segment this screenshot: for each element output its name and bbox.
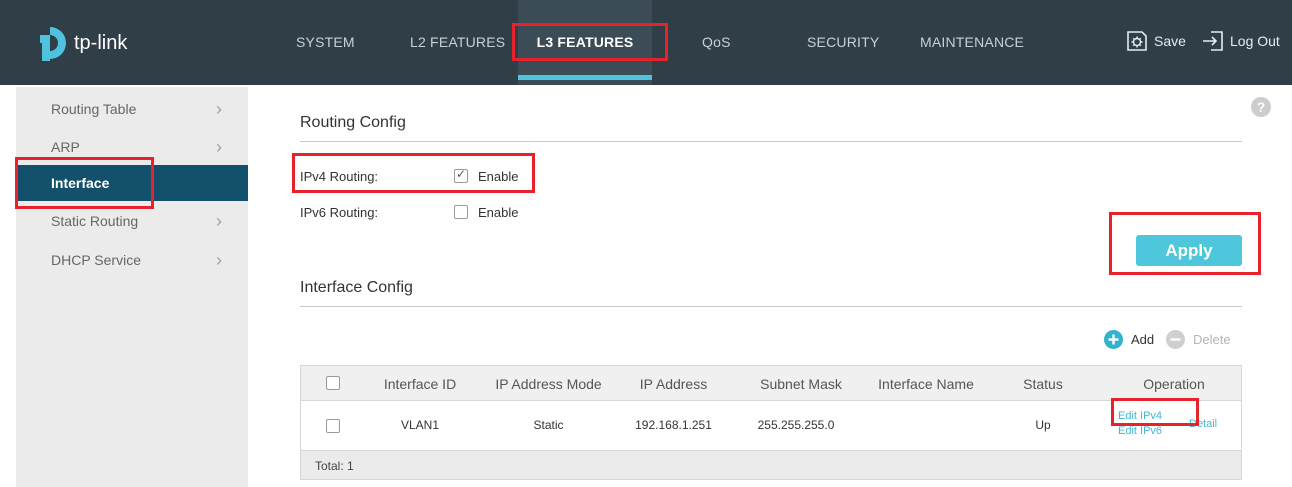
add-label: Add	[1131, 332, 1155, 347]
column-header-subnet-mask[interactable]: Subnet Mask	[746, 366, 856, 402]
page: tp-link SYSTEM L2 FEATURES L3 FEATURES Q…	[0, 0, 1292, 487]
sidebar-item-label: Routing Table	[51, 101, 137, 117]
active-tab-indicator	[518, 75, 652, 80]
logout-button[interactable]: Log Out	[1202, 30, 1280, 52]
nav-l2-features[interactable]: L2 FEATURES	[410, 0, 505, 85]
cell-status: Up	[1035, 418, 1051, 432]
logout-label: Log Out	[1230, 33, 1280, 49]
row-select-checkbox[interactable]	[326, 419, 340, 433]
column-header-interface-id[interactable]: Interface ID	[375, 366, 465, 402]
cell-ip-address: 192.168.1.251	[635, 418, 712, 432]
add-icon	[1104, 330, 1123, 349]
save-button[interactable]: Save	[1126, 30, 1186, 52]
save-icon	[1127, 31, 1147, 51]
nav-qos[interactable]: QoS	[702, 0, 731, 85]
sidebar-item-dhcp-service[interactable]: DHCP Service ›	[16, 242, 248, 278]
sidebar-item-label: ARP	[51, 139, 80, 155]
table-footer: Total: 1	[300, 450, 1242, 480]
nav-maintenance[interactable]: MAINTENANCE	[920, 0, 1024, 85]
edit-ipv6-link[interactable]: Edit IPv6	[1118, 425, 1162, 437]
save-label: Save	[1154, 33, 1186, 49]
delete-button[interactable]: Delete	[1166, 330, 1231, 349]
column-header-status[interactable]: Status	[1013, 366, 1073, 402]
chevron-right-icon: ›	[216, 99, 222, 119]
cell-ip-address-mode: Static	[533, 418, 564, 432]
nav-security[interactable]: SECURITY	[807, 0, 879, 85]
total-count: Total: 1	[315, 459, 354, 473]
highlight-l3-features	[512, 23, 668, 61]
ipv6-enable-label: Enable	[478, 205, 519, 220]
brand-name: tp-link	[74, 31, 128, 54]
routing-config-title: Routing Config	[300, 114, 406, 131]
highlight-interface	[15, 157, 154, 209]
sidebar: Routing Table › ARP › Interface Static R…	[16, 87, 248, 487]
highlight-edit-ipv4	[1111, 398, 1199, 426]
cell-subnet-mask: 255.255.255.0	[757, 418, 835, 432]
highlight-ipv4-routing	[292, 153, 535, 193]
interface-config-title: Interface Config	[300, 279, 413, 296]
ipv6-routing-checkbox[interactable]	[454, 205, 468, 219]
tp-link-logo[interactable]: tp-link	[28, 22, 127, 64]
chevron-right-icon: ›	[216, 137, 222, 157]
highlight-apply	[1109, 212, 1261, 275]
column-header-interface-name[interactable]: Interface Name	[866, 366, 986, 402]
logout-icon	[1203, 31, 1223, 51]
sidebar-item-routing-table[interactable]: Routing Table ›	[16, 91, 248, 127]
table-header: Interface ID IP Address Mode IP Address …	[300, 365, 1242, 401]
chevron-right-icon: ›	[216, 211, 222, 231]
help-icon[interactable]: ?	[1251, 97, 1271, 117]
column-header-ip-address[interactable]: IP Address	[626, 366, 721, 402]
nav-system[interactable]: SYSTEM	[296, 0, 355, 85]
delete-icon	[1166, 330, 1185, 349]
section-divider	[300, 141, 1242, 142]
delete-label: Delete	[1193, 332, 1231, 347]
table-row[interactable]: VLAN1 Static 192.168.1.251 255.255.255.0…	[300, 401, 1242, 450]
cell-interface-name	[866, 401, 986, 450]
section-divider	[300, 306, 1242, 307]
chevron-right-icon: ›	[216, 250, 222, 270]
tp-link-logo-icon	[28, 22, 70, 64]
sidebar-item-label: Static Routing	[51, 213, 139, 229]
ipv6-routing-label: IPv6 Routing:	[300, 205, 379, 220]
select-all-checkbox[interactable]	[326, 376, 340, 390]
sidebar-item-label: DHCP Service	[51, 252, 141, 268]
cell-interface-id: VLAN1	[400, 418, 440, 432]
column-header-operation: Operation	[1143, 376, 1205, 392]
add-button[interactable]: Add	[1104, 330, 1154, 349]
column-header-ip-address-mode[interactable]: IP Address Mode	[486, 366, 611, 402]
